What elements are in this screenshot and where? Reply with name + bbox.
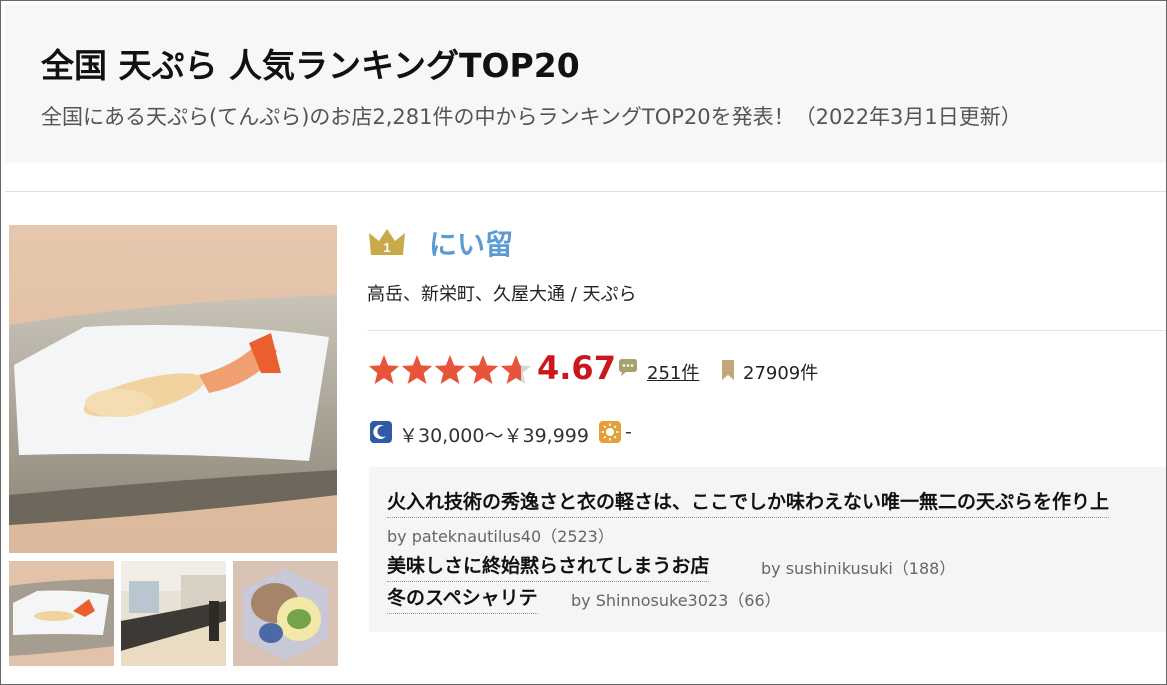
rating-star-1	[368, 355, 400, 384]
rating-star-2	[401, 355, 433, 384]
page-title: 全国 天ぷら 人気ランキングTOP20	[41, 46, 580, 85]
bookmark-icon	[720, 359, 736, 381]
review-title-link[interactable]: 美味しさに終始黙らされてしまうお店	[387, 551, 710, 582]
page-subtitle: 全国にある天ぷら(てんぷら)のお店2,281件の中からランキングTOP20を発表…	[41, 105, 1022, 129]
thumb-shrimp-tempura[interactable]	[9, 561, 114, 666]
rating-stars	[367, 353, 533, 387]
review-author[interactable]: by sushinikusuki（188）	[761, 555, 955, 579]
lunch-price: -	[625, 421, 632, 443]
bookmark-count: 27909件	[743, 363, 819, 384]
thumb-clam-dish[interactable]	[233, 561, 338, 666]
rank-number: 1	[383, 240, 390, 255]
main-photo-shrimp-tempura[interactable]	[9, 225, 337, 553]
dinner-price: ￥30,000～￥39,999	[399, 425, 589, 447]
details-divider	[367, 330, 1166, 331]
rank-1-crown-badge-icon: 1	[367, 225, 407, 257]
review-author[interactable]: by Shinnosuke3023（66）	[571, 587, 781, 611]
rating-star-4	[467, 355, 499, 384]
rating-star-5	[500, 355, 532, 384]
review-author[interactable]: by pateknautilus40（2523）	[387, 523, 614, 547]
review-count-link[interactable]: 251件	[647, 359, 699, 385]
sun-icon	[599, 421, 621, 443]
ranking-page: 全国 天ぷら 人気ランキングTOP20 全国にある天ぷら(てんぷら)のお店2,2…	[0, 0, 1167, 685]
header-divider	[5, 191, 1166, 192]
thumb-counter-interior[interactable]	[121, 561, 226, 666]
rating-star-3	[434, 355, 466, 384]
restaurant-area-genre: 高岳、新栄町、久屋大通 / 天ぷら	[367, 284, 637, 305]
speech-bubble-icon	[617, 358, 639, 378]
page-header: 全国 天ぷら 人気ランキングTOP20 全国にある天ぷら(てんぷら)のお店2,2…	[5, 5, 1166, 163]
moon-icon	[370, 421, 392, 443]
restaurant-name-link[interactable]: にい留	[429, 223, 513, 263]
review-title-link[interactable]: 冬のスペシャリテ	[387, 583, 538, 614]
review-title-link[interactable]: 火入れ技術の秀逸さと衣の軽さは、ここでしか味わえない唯一無二の天ぷらを作り上	[387, 487, 1110, 518]
rating-score: 4.67	[537, 349, 616, 387]
review-highlights: 火入れ技術の秀逸さと衣の軽さは、ここでしか味わえない唯一無二の天ぷらを作り上 b…	[369, 467, 1166, 632]
